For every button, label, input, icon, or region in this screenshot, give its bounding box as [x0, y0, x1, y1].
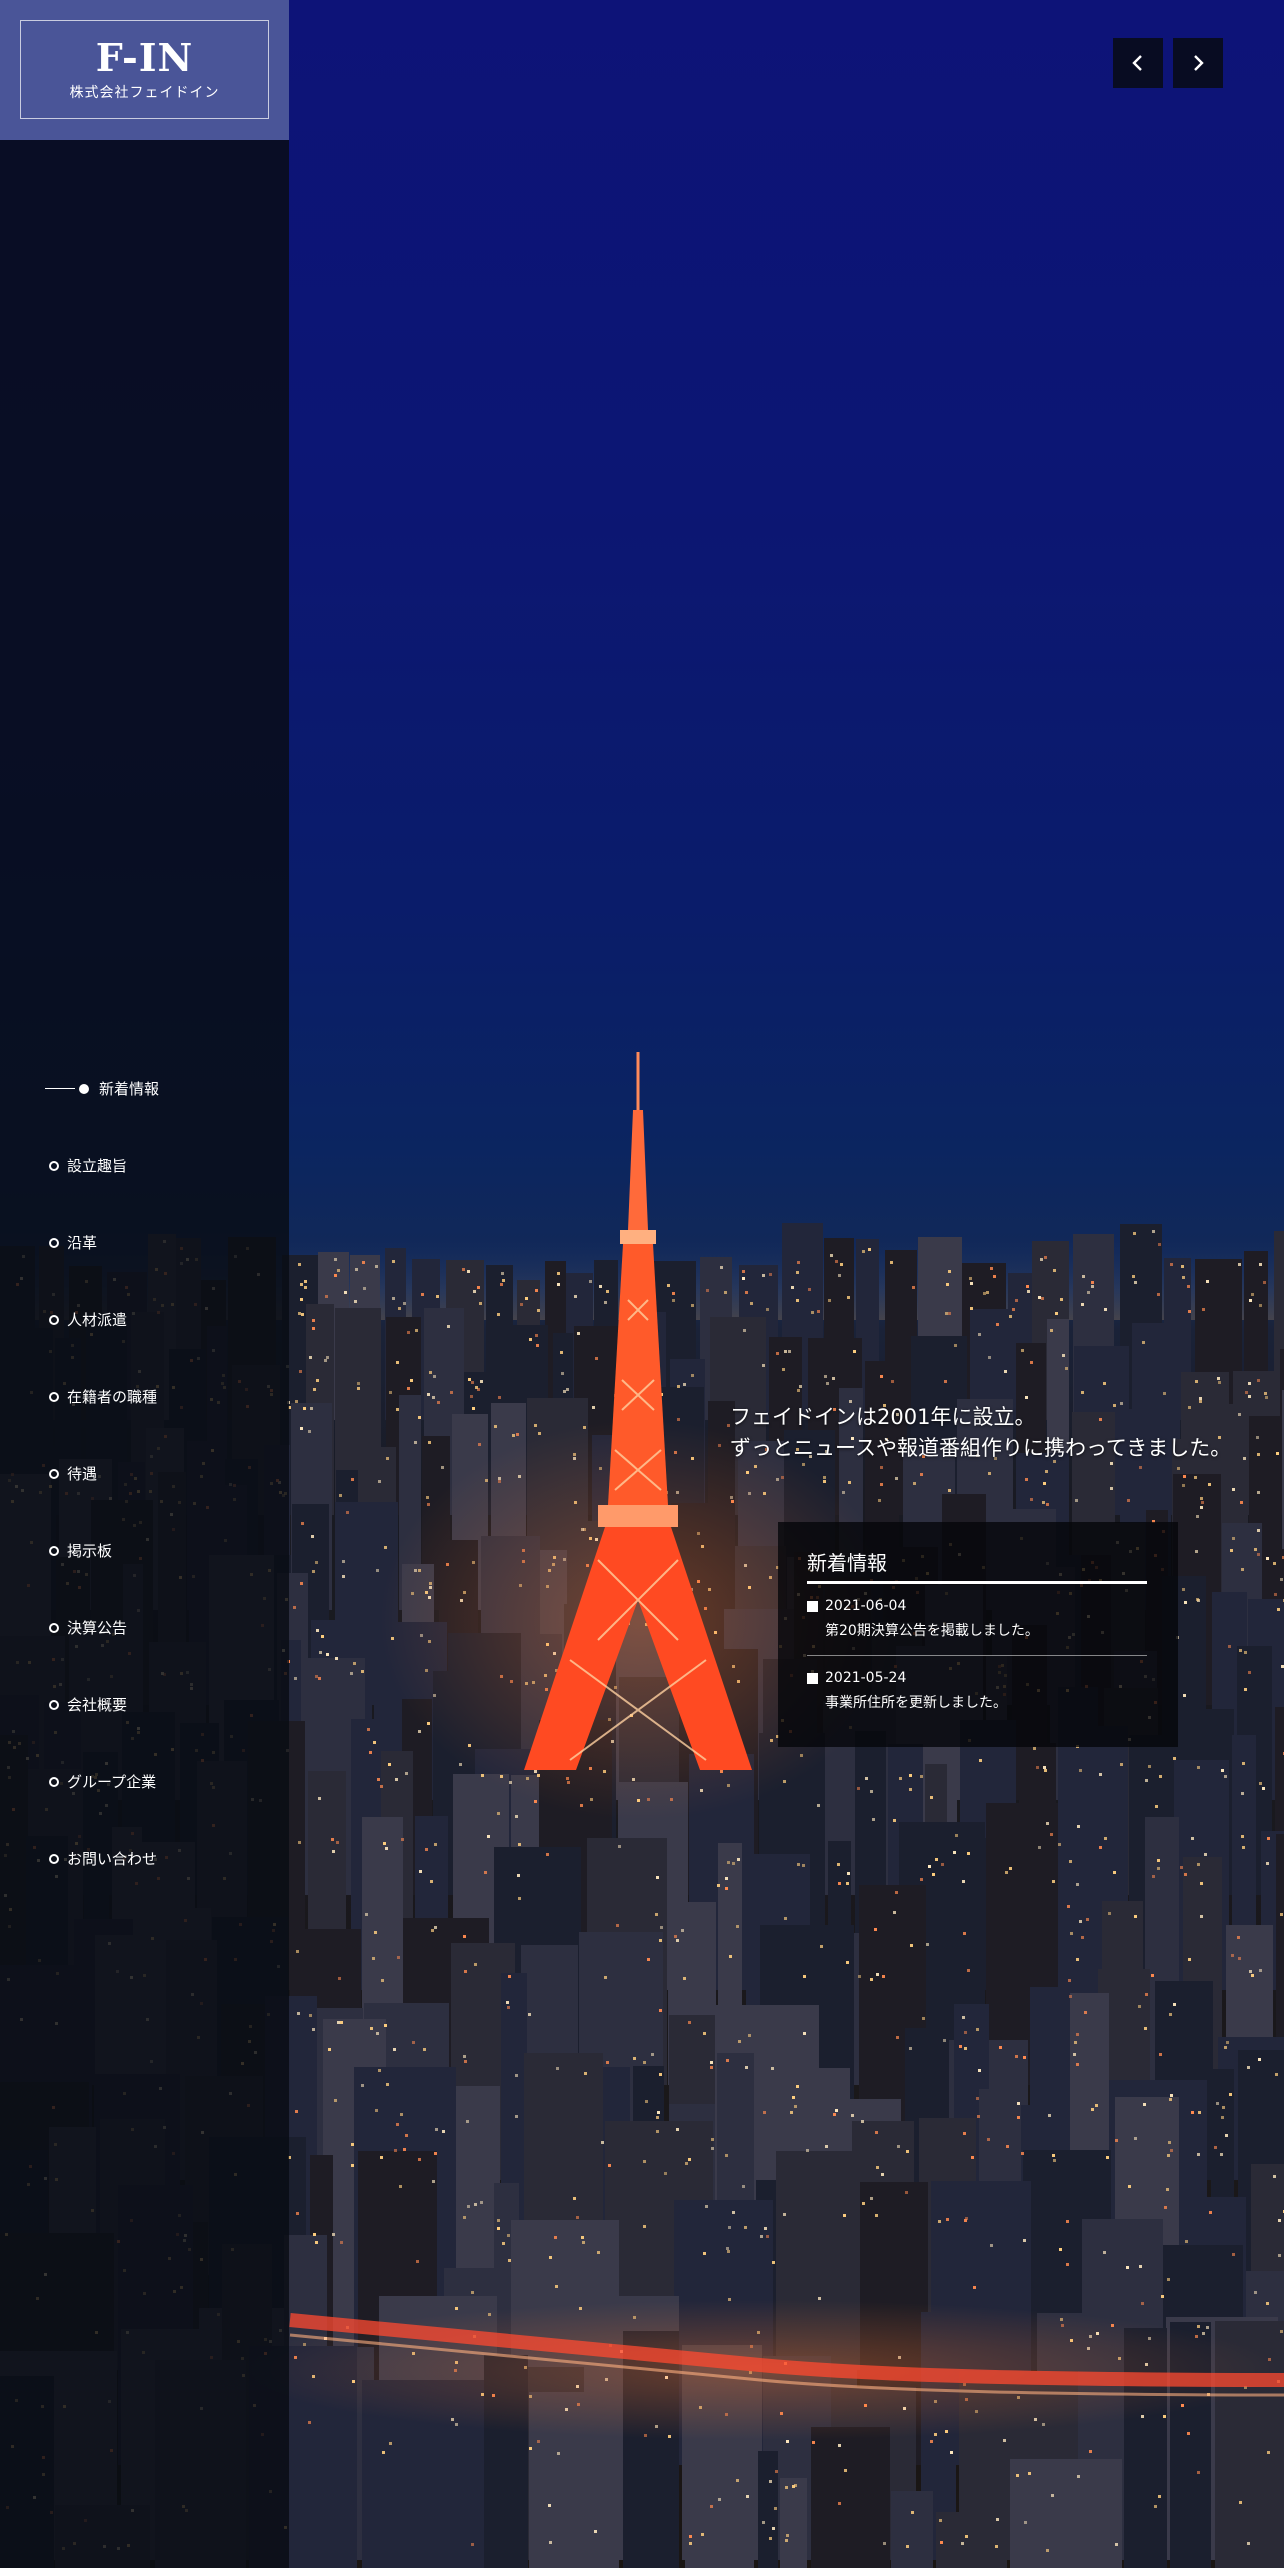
nav-item-label: 新着情報 — [99, 1080, 160, 1098]
news-headline: 事業所住所を更新しました。 — [825, 1695, 1007, 1711]
nav-dot-icon — [49, 1545, 59, 1556]
nav-item-news[interactable]: 新着情報 — [0, 1050, 289, 1127]
company-name: 株式会社フェイドイン — [69, 84, 220, 101]
nav-item-company-profile[interactable]: 会社概要 — [0, 1666, 289, 1743]
nav-item-label: グループ企業 — [67, 1773, 157, 1791]
hero-tagline-line-1: フェイドインは2001年に設立。 — [730, 1405, 1036, 1429]
nav-item-label: 在籍者の職種 — [67, 1388, 158, 1406]
news-panel-title: 新着情報 — [807, 1551, 887, 1575]
logo-mark: F-IN — [95, 34, 194, 80]
nav-item-founding-purpose[interactable]: 設立趣旨 — [0, 1127, 289, 1204]
side-navigation: 新着情報 設立趣旨 沿革 人材派遣 在籍者の職種 待遇 掲示板 決算公告 会社概… — [0, 1050, 289, 1897]
nav-dot-icon — [49, 1391, 59, 1402]
nav-item-label: 掲示板 — [67, 1542, 113, 1560]
nav-item-staffing[interactable]: 人材派遣 — [0, 1281, 289, 1358]
nav-item-bulletin-board[interactable]: 掲示板 — [0, 1512, 289, 1589]
logo-frame: F-IN 株式会社フェイドイン — [20, 20, 269, 119]
news-date: 2021-05-24 — [825, 1670, 907, 1686]
nav-dot-icon — [49, 1776, 59, 1787]
active-indicator-line — [45, 1088, 75, 1089]
square-bullet-icon — [807, 1672, 818, 1684]
news-panel: 新着情報 2021-06-04 第20期決算公告を掲載しました。 2021-05… — [778, 1522, 1178, 1747]
nav-item-label: お問い合わせ — [67, 1850, 158, 1868]
nav-item-label: 会社概要 — [67, 1696, 128, 1714]
news-headline: 第20期決算公告を掲載しました。 — [825, 1623, 1039, 1639]
chevron-right-icon — [1194, 55, 1204, 71]
nav-item-label: 決算公告 — [67, 1619, 128, 1637]
nav-dot-icon — [49, 1468, 59, 1479]
sidebar: F-IN 株式会社フェイドイン 新着情報 設立趣旨 沿革 人材派遣 在籍者の職種… — [0, 0, 289, 2568]
nav-item-label: 設立趣旨 — [67, 1157, 128, 1175]
nav-dot-icon — [49, 1622, 59, 1633]
logo-link[interactable]: F-IN 株式会社フェイドイン — [0, 0, 289, 140]
news-date: 2021-06-04 — [825, 1598, 907, 1614]
nav-dot-icon — [49, 1699, 59, 1710]
chevron-left-icon — [1132, 55, 1142, 71]
slider-prev-button[interactable] — [1113, 38, 1163, 88]
nav-item-history[interactable]: 沿革 — [0, 1204, 289, 1281]
nav-item-group-companies[interactable]: グループ企業 — [0, 1743, 289, 1820]
nav-item-label: 沿革 — [67, 1234, 98, 1252]
nav-item-benefits[interactable]: 待遇 — [0, 1435, 289, 1512]
nav-dot-icon — [49, 1853, 59, 1864]
news-date-row: 2021-05-24 — [807, 1670, 1147, 1686]
nav-item-label: 人材派遣 — [67, 1311, 128, 1329]
news-item[interactable]: 2021-06-04 第20期決算公告を掲載しました。 — [807, 1584, 1147, 1656]
nav-item-label: 待遇 — [67, 1465, 98, 1483]
hero-tagline-line-2: ずっとニュースや報道番組作りに携わってきました。 — [730, 1436, 1232, 1460]
nav-dot-icon — [49, 1314, 59, 1325]
nav-item-financial-notice[interactable]: 決算公告 — [0, 1589, 289, 1666]
nav-item-contact[interactable]: お問い合わせ — [0, 1820, 289, 1897]
nav-dot-icon — [79, 1083, 89, 1094]
nav-item-staff-roles[interactable]: 在籍者の職種 — [0, 1358, 289, 1435]
nav-dot-icon — [49, 1237, 59, 1248]
slider-next-button[interactable] — [1173, 38, 1223, 88]
news-item[interactable]: 2021-05-24 事業所住所を更新しました。 — [807, 1656, 1147, 1728]
hero-tagline: フェイドインは2001年に設立。 ずっとニュースや報道番組作りに携わってきました… — [730, 1402, 1270, 1464]
square-bullet-icon — [807, 1600, 818, 1612]
nav-dot-icon — [49, 1160, 59, 1171]
news-date-row: 2021-06-04 — [807, 1598, 1147, 1614]
